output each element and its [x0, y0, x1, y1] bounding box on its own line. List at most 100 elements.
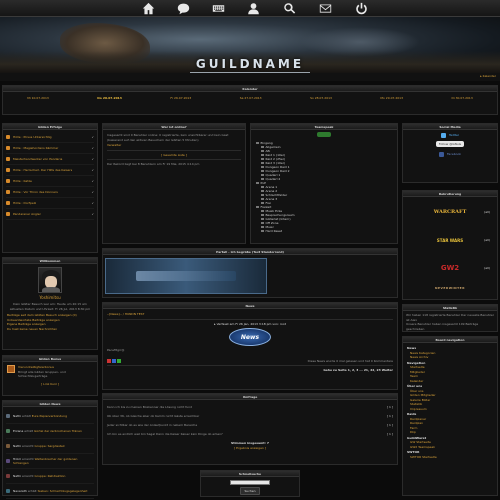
achievement-check: ✓ [91, 135, 94, 139]
share-icon[interactable] [112, 358, 116, 363]
home-icon[interactable] [141, 2, 155, 15]
recruit-gw2[interactable]: GW2 (all) [407, 255, 493, 281]
poll-option[interactable]: Ob über 36, ob Gleiche aber ob Kamm nich… [107, 412, 393, 421]
news-item[interactable]: Gruppe: Rehdiektion [35, 474, 66, 478]
guild-news-row[interactable]: Nathi erreicht Gruppe: Rehdiektion [6, 469, 94, 484]
news-verb: erreicht [21, 473, 34, 478]
news-player[interactable]: Erzana [13, 429, 23, 433]
news-item-icon [6, 459, 10, 463]
online-legend-label[interactable]: Verwalter [107, 143, 241, 148]
full-list-link[interactable]: [ Gesamte Liste ] [107, 153, 241, 158]
bonus-link[interactable]: [ Link Kurz ] [3, 382, 97, 387]
achievement-icon [6, 179, 10, 183]
portal-image[interactable] [105, 258, 267, 294]
teamspeak-channel[interactable]: Hard Reset [256, 229, 392, 233]
poll-option[interactable]: Ich bin es endlich weil bin Sagal Dann d… [107, 430, 393, 439]
achievement-row[interactable]: Hölle : Vor Thron des Donners ✓ [6, 187, 94, 198]
board-navigation-list: News News Kategorien News Archiv Navigation… [403, 343, 497, 461]
calendar-day[interactable]: So 28.07.2013 [310, 96, 332, 100]
channel-icon [261, 197, 264, 201]
news-player[interactable]: Nathi [13, 444, 21, 448]
calendar-day[interactable]: Di 30.07.2013 [451, 96, 472, 100]
news-logo-text: News [240, 333, 260, 341]
achievement-row[interactable]: Hölle : Magiehordens Kämmer ✓ [6, 143, 94, 154]
calendar-day-today[interactable]: Do 20.07.2013 [97, 96, 122, 100]
search-input[interactable] [230, 480, 270, 485]
share-icon[interactable] [117, 358, 121, 363]
online-record: Der Rekord liegt bei 8 Benutzern am Fr 1… [107, 162, 200, 166]
news-item[interactable]: Eure Papierverbündung [32, 414, 67, 418]
user-icon[interactable] [246, 2, 260, 15]
facebook-row[interactable]: Facebook [407, 152, 493, 157]
achievement-row[interactable]: Hölle : Herrscherl. Der Hilfe des Kaiser… [6, 165, 94, 176]
calendar-day[interactable]: Fr 26.07.2013 [170, 96, 191, 100]
news-player[interactable]: Nathi [13, 474, 21, 478]
avatar[interactable] [38, 267, 62, 293]
news-player[interactable]: Navarath [13, 489, 27, 493]
channel-icon [261, 189, 264, 193]
news-player[interactable]: Nathi [13, 414, 21, 418]
chat-icon[interactable] [176, 2, 190, 15]
guild-news-row[interactable]: Trolzr erreicht Weltenbrecher der golden… [6, 454, 94, 469]
recruit-warcraft[interactable]: WARCRAFT (all) [407, 199, 493, 225]
achievement-row[interactable]: Hölle : Dorfpelz ✓ [6, 198, 94, 209]
poll-option-votes: [ 1 ] [386, 432, 393, 437]
news-pager[interactable]: Gehe zu Seite 1, 2, 3 ... 21, 22, 23 Wei… [107, 368, 393, 373]
share-icon[interactable] [107, 358, 111, 363]
recruit-count: (all) [484, 210, 490, 214]
calendar-panel: Kalender Mi 10.07.2013 Do 20.07.2013 Fr … [2, 85, 498, 115]
recruitment-panel: Rekrutierung WARCRAFT (all) STAR WARS (a… [402, 190, 498, 300]
recruit-neverwinter[interactable]: NEVERWINTER [407, 283, 493, 293]
poll-results-link[interactable]: [ Ergebnis anzeigen ] [107, 446, 393, 451]
nav-link[interactable]: Impressum [407, 407, 493, 412]
online-summary: Insgesamt sind 0 Benutzer online: 0 regi… [107, 133, 229, 142]
news-body: Pacefitgrr@ [107, 348, 125, 352]
guild-news-row[interactable]: Navarath erhält Sieben: Schlachtzugsgele… [6, 484, 94, 499]
twitter-row[interactable]: Twitter [407, 133, 493, 138]
nav-link[interactable]: Kalender [407, 379, 493, 384]
follow-button[interactable]: Follow @GNuis [435, 141, 465, 147]
messages-link[interactable]: Du hast keine neuen Nachrichten [7, 327, 93, 332]
calendar-day[interactable]: Mi 10.07.2013 [27, 96, 49, 100]
guild-news-row[interactable]: Erzana erhält Gürtel der zerbrochenen Tr… [6, 424, 94, 439]
news-item[interactable]: Gürtel der zerbrochenen Tränen [34, 429, 82, 433]
nav-link[interactable]: News Archiv [407, 355, 493, 360]
guild-news-row[interactable]: Nathi erreicht Gruppe: Sargdesteil [6, 439, 94, 454]
poll-option[interactable]: Kann ich bis zu meinen Boxkenner die Lös… [107, 403, 393, 412]
achievement-row[interactable]: Pandarener Angler ✓ [6, 209, 94, 220]
calendar-day[interactable]: Mo 29.07.2013 [380, 96, 403, 100]
news-topic[interactable]: --[News]-- / HUNDN TEST [107, 312, 393, 317]
channel-icon [261, 157, 264, 161]
breadcrumb-bar: ▸ Kalender [0, 73, 500, 81]
news-verb: erhält [27, 488, 37, 493]
news-item[interactable]: Gruppe: Sargdesteil [35, 444, 65, 448]
achievement-row[interactable]: Hölle : Pirsus Untersichtig ✓ [6, 132, 94, 143]
nav-link[interactable]: Dkp [407, 430, 493, 435]
search-button[interactable]: Suchen [240, 487, 260, 495]
achievement-row[interactable]: Meisterhandwerker von Pandaria ✓ [6, 154, 94, 165]
keyboard-icon[interactable] [211, 2, 225, 15]
recruit-starwars[interactable]: STAR WARS (all) [407, 227, 493, 253]
mail-icon[interactable] [318, 2, 332, 15]
news-item-icon [6, 474, 10, 478]
poll-option[interactable]: Jeder sichtbar ob es wie der Anlaufpunkt… [107, 421, 393, 430]
teamspeak-channel-tree: Eingang Allgemein Afk Raid 1 (10er) Raid 2 (… [251, 138, 397, 236]
channel-icon [256, 141, 259, 145]
nav-link[interactable]: GW2 Teamspeak [407, 445, 493, 450]
guild-achievements-panel: Gilden Erfolge Hölle : Pirsus Untersicht… [2, 123, 98, 253]
welcome-title: Willkommen [3, 258, 97, 264]
calendar-day[interactable]: Sa 27.07.2013 [240, 96, 262, 100]
guild-news-row[interactable]: Nathi erhält Eure Papierverbündung [6, 409, 94, 424]
achievement-label: Meisterhandwerker von Pandaria [13, 157, 63, 161]
channel-icon [261, 225, 264, 229]
calendar-link[interactable]: ▸ Kalender [480, 74, 496, 78]
achievement-row[interactable]: Hölle : Katze ✓ [6, 176, 94, 187]
recruitment-title: Rekrutierung [403, 191, 497, 197]
search-icon[interactable] [282, 2, 296, 15]
nav-link[interactable]: SWTOR Startseite [407, 455, 493, 460]
power-icon[interactable] [354, 2, 368, 15]
news-item[interactable]: Sieben: Schlachtzugsgelegenheit [38, 489, 88, 493]
portal-panel: Partall - Ich begrüße (Text Standorrend) [102, 248, 398, 298]
news-logo: News [229, 328, 271, 346]
news-player[interactable]: Trolzr [13, 457, 21, 461]
